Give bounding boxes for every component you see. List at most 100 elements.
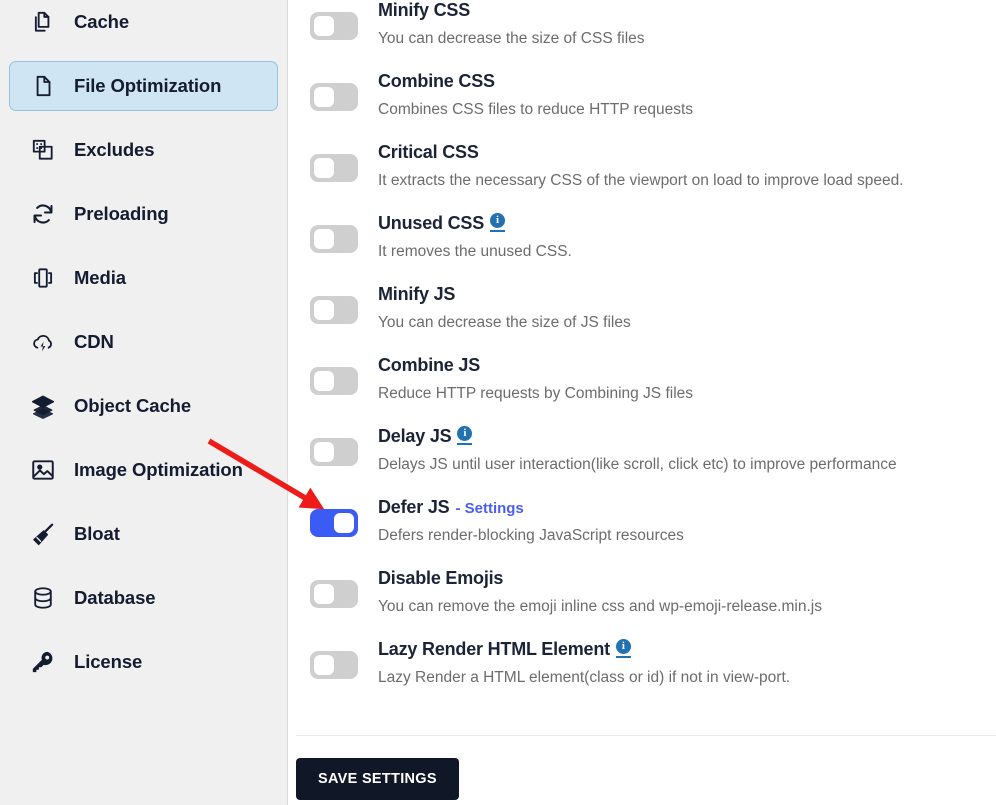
toggle-knob xyxy=(314,584,334,604)
preloading-icon xyxy=(29,200,57,228)
option-row: Minify JS You can decrease the size of JS… xyxy=(310,284,996,355)
layers-icon xyxy=(29,392,57,420)
toggle-minify-js[interactable] xyxy=(310,296,358,324)
image-icon xyxy=(29,456,57,484)
option-description: You can decrease the size of JS files xyxy=(378,314,631,331)
sidebar-item-excludes[interactable]: Excludes xyxy=(9,125,278,175)
option-description: Lazy Render a HTML element(class or id) … xyxy=(378,669,791,686)
sidebar-item-file-optimization[interactable]: File Optimization xyxy=(9,61,278,111)
option-title-line: Minify CSS xyxy=(378,0,645,25)
sidebar-item-preloading[interactable]: Preloading xyxy=(9,189,278,239)
option-text: Delay JS i Delays JS until user interactio… xyxy=(358,426,897,474)
option-title: Delay JS xyxy=(378,426,452,446)
sidebar-item-image-optimization[interactable]: Image Optimization xyxy=(9,445,278,495)
option-description: Reduce HTTP requests by Combining JS fil… xyxy=(378,385,694,402)
info-icon-underline xyxy=(490,230,506,232)
option-text: Critical CSS It extracts the necessary CS… xyxy=(358,142,904,190)
option-description: Defers render-blocking JavaScript resour… xyxy=(378,527,684,544)
save-settings-button[interactable]: SAVE SETTINGS xyxy=(296,758,459,800)
toggle-combine-css[interactable] xyxy=(310,83,358,111)
option-row: Defer JS - Settings Defers render-blocking… xyxy=(310,497,996,568)
toggle-defer-js[interactable] xyxy=(310,509,358,537)
option-row: Disable Emojis You can remove the emoji i… xyxy=(310,568,996,639)
broom-icon xyxy=(29,520,57,548)
cdn-cloud-icon xyxy=(29,328,57,356)
option-title-line: Minify JS xyxy=(378,284,631,309)
info-icon[interactable]: i xyxy=(490,213,506,232)
footer-divider xyxy=(296,735,996,736)
key-icon xyxy=(29,648,57,676)
option-description: It extracts the necessary CSS of the vie… xyxy=(378,172,904,189)
sidebar-item-media[interactable]: Media xyxy=(9,253,278,303)
toggle-knob xyxy=(314,442,334,462)
sidebar-item-label: Media xyxy=(74,267,126,288)
info-icon[interactable]: i xyxy=(457,426,473,445)
sidebar-item-label: Bloat xyxy=(74,523,120,544)
toggle-knob xyxy=(314,655,334,675)
info-icon-glyph: i xyxy=(490,213,506,228)
sidebar-item-label: CDN xyxy=(74,331,114,352)
toggle-delay-js[interactable] xyxy=(310,438,358,466)
toggle-minify-css[interactable] xyxy=(310,12,358,40)
sidebar-item-license[interactable]: License xyxy=(9,637,278,687)
database-icon xyxy=(29,584,57,612)
toggle-disable-emojis[interactable] xyxy=(310,580,358,608)
sidebar-item-label: Object Cache xyxy=(74,395,192,416)
toggle-knob xyxy=(314,16,334,36)
sidebar-item-label: Database xyxy=(74,587,156,608)
toggle-knob xyxy=(314,158,334,178)
option-row: Delay JS i Delays JS until user interactio… xyxy=(310,426,996,497)
option-title: Combine JS xyxy=(378,355,481,375)
option-row: Combine JS Reduce HTTP requests by Combin… xyxy=(310,355,996,426)
sidebar-nav-list: Cache File Optimization Excludes Preloading… xyxy=(0,0,287,687)
option-text: Minify JS You can decrease the size of JS… xyxy=(358,284,631,332)
sidebar-item-label: File Optimization xyxy=(74,75,222,96)
sidebar: Cache File Optimization Excludes Preloading… xyxy=(0,0,288,805)
toggle-knob xyxy=(314,87,334,107)
sidebar-item-cache[interactable]: Cache xyxy=(9,0,278,47)
option-description: It removes the unused CSS. xyxy=(378,243,572,260)
option-title-line: Disable Emojis xyxy=(378,568,822,593)
toggle-knob xyxy=(314,300,334,320)
option-description: Delays JS until user interaction(like sc… xyxy=(378,456,897,473)
info-icon[interactable]: i xyxy=(615,639,631,658)
option-title: Lazy Render HTML Element xyxy=(378,639,610,659)
option-text: Defer JS - Settings Defers render-blocking… xyxy=(358,497,684,545)
sidebar-item-object-cache[interactable]: Object Cache xyxy=(9,381,278,431)
rocket-settings-window: Cache File Optimization Excludes Preloading… xyxy=(0,0,996,805)
option-text: Minify CSS You can decrease the size of C… xyxy=(358,0,645,48)
sidebar-item-label: Excludes xyxy=(74,139,155,160)
media-icon xyxy=(29,264,57,292)
option-title: Combine CSS xyxy=(378,71,495,91)
info-icon-underline xyxy=(457,443,473,445)
settings-link[interactable]: - Settings xyxy=(455,500,523,517)
toggle-unused-css[interactable] xyxy=(310,225,358,253)
option-row: Combine CSS Combines CSS files to reduce … xyxy=(310,71,996,142)
sidebar-item-label: Image Optimization xyxy=(74,459,243,480)
toggle-critical-css[interactable] xyxy=(310,154,358,182)
option-row: Lazy Render HTML Element i Lazy Render a H… xyxy=(310,639,996,710)
option-row: Unused CSS i It removes the unused CSS. xyxy=(310,213,996,284)
sidebar-item-label: License xyxy=(74,651,143,672)
sidebar-item-label: Preloading xyxy=(74,203,169,224)
option-text: Combine CSS Combines CSS files to reduce … xyxy=(358,71,693,119)
option-title: Defer JS xyxy=(378,497,450,517)
toggle-lazy-render-html-element[interactable] xyxy=(310,651,358,679)
sidebar-item-cdn[interactable]: CDN xyxy=(9,317,278,367)
option-row: Critical CSS It extracts the necessary CS… xyxy=(310,142,996,213)
option-title: Unused CSS xyxy=(378,213,485,233)
sidebar-item-database[interactable]: Database xyxy=(9,573,278,623)
sidebar-item-bloat[interactable]: Bloat xyxy=(9,509,278,559)
file-icon xyxy=(29,72,57,100)
option-title-line: Defer JS - Settings xyxy=(378,497,684,522)
toggle-combine-js[interactable] xyxy=(310,367,358,395)
option-text: Combine JS Reduce HTTP requests by Combin… xyxy=(358,355,693,403)
toggle-knob xyxy=(314,371,334,391)
option-description: You can remove the emoji inline css and … xyxy=(378,598,822,615)
option-description: You can decrease the size of CSS files xyxy=(378,30,645,47)
cache-icon xyxy=(29,8,57,36)
option-title-line: Combine CSS xyxy=(378,71,693,96)
option-title: Disable Emojis xyxy=(378,568,504,588)
info-icon-underline xyxy=(615,656,631,658)
main-content: Minify CSS You can decrease the size of C… xyxy=(288,0,996,805)
